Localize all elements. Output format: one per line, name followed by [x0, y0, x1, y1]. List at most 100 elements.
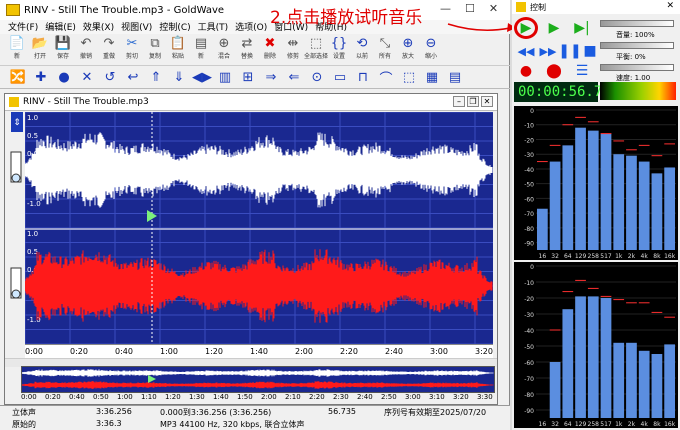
- overview-time-label: 2:40: [357, 393, 373, 401]
- control-panel-icon: [516, 2, 526, 12]
- effect-icon[interactable]: ●: [54, 69, 74, 87]
- spectrum-y-tick: -30: [524, 152, 534, 159]
- effect-icon[interactable]: ▦: [422, 69, 442, 87]
- spectrum-y-tick: -20: [524, 296, 534, 303]
- rewind-icon: ◀◀: [517, 44, 535, 58]
- record-selection-button[interactable]: ⬤: [542, 60, 566, 82]
- close-button[interactable]: ✕: [489, 2, 498, 15]
- properties-button[interactable]: ☰: [570, 60, 594, 82]
- effect-icon[interactable]: ⇓: [169, 69, 189, 87]
- time-ruler: 0:00 0:20 0:40 1:00 1:20 1:40 2:00 2:20 2:40 3:00…: [25, 344, 493, 358]
- spectrum-y-tick: -80: [524, 226, 534, 233]
- spectrum-x-tick: 2k: [628, 421, 636, 428]
- goldwave-main-window: RINV - Still The Trouble.mp3 - GoldWave …: [0, 0, 510, 430]
- fast-forward-button[interactable]: ▶▶: [536, 40, 560, 62]
- spectrum-x-tick: 64: [564, 421, 572, 428]
- document-window: RINV - Still The Trouble.mp3 – ❐ ✕ ⇕ 1.0…: [4, 93, 498, 405]
- spectrum-bar: [651, 173, 663, 250]
- spectrum-bar: [587, 130, 599, 250]
- record-button[interactable]: ●: [514, 60, 538, 82]
- play-button[interactable]: ▶: [514, 17, 538, 39]
- effect-icon[interactable]: ⬚: [399, 69, 419, 87]
- svg-text:⇕: ⇕: [13, 118, 21, 128]
- doc-maximize-button[interactable]: ❐: [467, 96, 479, 107]
- doc-minimize-button[interactable]: –: [453, 96, 465, 107]
- effect-icon[interactable]: ↩: [123, 69, 143, 87]
- timeline-label: 3:20: [475, 347, 493, 356]
- spectrum-x-tick: 16k: [664, 421, 676, 428]
- spectrum-x-tick: 16k: [664, 253, 676, 260]
- overview-time-label: 1:10: [141, 393, 157, 401]
- status-format: MP3 44100 Hz, 320 kbps, 联合立体声: [160, 420, 305, 429]
- effect-icon[interactable]: ⇒: [261, 69, 281, 87]
- effect-icon[interactable]: ⊓: [353, 69, 373, 87]
- doc-close-button[interactable]: ✕: [481, 96, 493, 107]
- overview-time-label: 0:00: [21, 393, 37, 401]
- spectrum-x-tick: 16: [539, 421, 547, 428]
- spectrum-x-tick: 8k: [653, 421, 661, 428]
- overview-waveform[interactable]: [21, 366, 495, 393]
- volume-label: 音量: 100%: [616, 31, 655, 39]
- effect-icon[interactable]: ⌒: [376, 69, 396, 87]
- speed-slider[interactable]: [600, 64, 674, 71]
- effect-icon[interactable]: ▥: [215, 69, 235, 87]
- channel-toggle-strip: ⇕: [10, 112, 24, 352]
- timeline-label: 1:00: [160, 347, 178, 356]
- control-title-bar: 控制 ✕: [512, 0, 680, 14]
- level-meter: [600, 82, 676, 100]
- spectrum-x-tick: 258: [588, 253, 600, 260]
- spectrum-y-tick: -40: [524, 167, 534, 174]
- effect-icon[interactable]: ⊞: [238, 69, 258, 87]
- play-end-button[interactable]: ▶|: [570, 17, 594, 39]
- effect-icon[interactable]: ✕: [77, 69, 97, 87]
- rewind-button[interactable]: ◀◀: [514, 40, 538, 62]
- effect-icon[interactable]: ⊙: [307, 69, 327, 87]
- overview-time-label: 2:20: [309, 393, 325, 401]
- amplitude-label: -1.0: [27, 200, 41, 208]
- effect-icon[interactable]: ◀▶: [192, 69, 212, 87]
- spectrum-bar: [575, 127, 586, 250]
- document-icon: [9, 97, 19, 107]
- overview-time-ruler: 0:00 0:20 0:40 0:50 1:00 1:10 1:20 1:30 1:40 1:50…: [21, 393, 495, 403]
- overview-time-label: 3:10: [429, 393, 445, 401]
- maximize-button[interactable]: ☐: [465, 2, 475, 15]
- play-selection-button[interactable]: ▶: [542, 17, 566, 39]
- spectrum-x-tick: 4k: [641, 253, 649, 260]
- spectrum-y-tick: -60: [524, 360, 534, 367]
- effect-icon[interactable]: 🔀: [8, 69, 28, 87]
- control-panel: 控制 ✕ ▶ ▶ ▶| ◀◀ ▶▶ ❚❚ ■ ● ⬤ ☰ — 音量: 100% …: [512, 0, 680, 430]
- spectrum-bar: [613, 342, 625, 418]
- timeline-label: 1:40: [250, 347, 268, 356]
- waveform-trace: [25, 249, 493, 323]
- effect-icon[interactable]: ⇐: [284, 69, 304, 87]
- control-close-icon[interactable]: ✕: [666, 1, 674, 11]
- waveform-view[interactable]: 1.0 0.5 0.0 -0.5 -1.0 1.0 0.5 0.0 -0.5 -1.0: [25, 112, 493, 344]
- effect-icon[interactable]: ▭: [330, 69, 350, 87]
- spectrum-bar: [575, 296, 586, 418]
- spectrum-y-tick: -90: [524, 241, 534, 248]
- left-channel-speaker-icon: [11, 173, 21, 183]
- minimize-button[interactable]: —: [440, 2, 451, 15]
- spectrum-x-tick: 1k: [615, 253, 623, 260]
- spectrum-bar: [613, 154, 625, 250]
- amplitude-label: 1.0: [27, 114, 38, 122]
- spectrum-x-tick: 2k: [628, 253, 636, 260]
- effect-icon[interactable]: ▤: [445, 69, 465, 87]
- spectrum-bar: [562, 309, 574, 418]
- spectrum-bar: [664, 167, 675, 250]
- spectrum-x-tick: 129: [575, 421, 587, 428]
- stop-button[interactable]: ■: [578, 40, 602, 62]
- overview-right-trace: [21, 381, 494, 389]
- spectrum-right: 0 -10 -20 -30 -40 -50 -60 -70 -80 -90 16 32 64 129 258…: [514, 262, 678, 428]
- spectrum-bar: [549, 362, 561, 418]
- volume-slider[interactable]: [600, 20, 674, 27]
- spectrum-y-tick: -60: [524, 196, 534, 203]
- effect-icon[interactable]: ✚: [31, 69, 51, 87]
- spectrum-bar: [600, 133, 612, 250]
- timeline-label: 0:20: [70, 347, 88, 356]
- document-title-bar: RINV - Still The Trouble.mp3: [5, 94, 497, 111]
- overview-time-label: 1:30: [189, 393, 205, 401]
- effect-icon[interactable]: ⇑: [146, 69, 166, 87]
- balance-slider[interactable]: [600, 42, 674, 49]
- effect-icon[interactable]: ↺: [100, 69, 120, 87]
